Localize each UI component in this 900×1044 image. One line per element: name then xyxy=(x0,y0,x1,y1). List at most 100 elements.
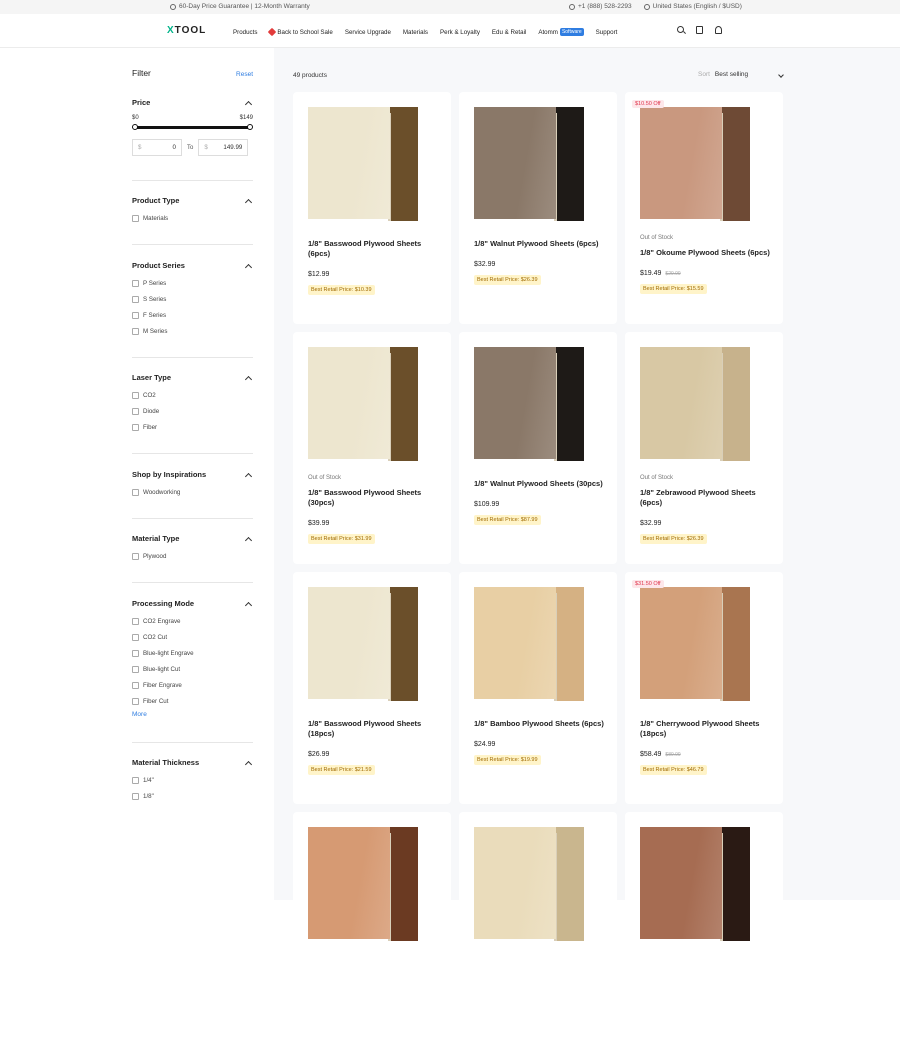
product-card[interactable]: 1/8" Basswood Plywood Sheets (6pcs) $12.… xyxy=(293,92,451,324)
option-plywood[interactable]: Plywood xyxy=(132,548,253,564)
checkbox[interactable] xyxy=(132,391,139,399)
checkbox[interactable] xyxy=(132,423,139,431)
product-card[interactable]: $10.50 Off Out of Stock 1/8" Okoume Plyw… xyxy=(625,92,783,324)
price-from-input[interactable]: $0 xyxy=(132,139,182,156)
checkbox[interactable] xyxy=(132,792,139,800)
promo-banner[interactable]: 60-Day Price Guarantee | 12-Month Warran… xyxy=(170,3,310,10)
checkbox[interactable] xyxy=(132,488,139,496)
product-card[interactable] xyxy=(459,812,617,1044)
product-card[interactable]: 1/8" Basswood Plywood Sheets (18pcs) $26… xyxy=(293,572,451,804)
sort-dropdown[interactable]: Sort Best selling xyxy=(698,71,784,78)
more-link[interactable]: More xyxy=(132,711,253,718)
product-image[interactable] xyxy=(474,587,602,703)
material-type-header[interactable]: Material Type xyxy=(132,534,253,544)
option-co2-engrave[interactable]: CO2 Engrave xyxy=(132,613,253,629)
option-materials[interactable]: Materials xyxy=(132,210,253,226)
checkbox[interactable] xyxy=(132,311,139,319)
product-image[interactable] xyxy=(308,347,436,463)
product-card[interactable]: Out of Stock 1/8" Basswood Plywood Sheet… xyxy=(293,332,451,564)
option-p-series[interactable]: P Series xyxy=(132,275,253,291)
checkbox[interactable] xyxy=(132,617,139,625)
product-name[interactable]: 1/8" Basswood Plywood Sheets (18pcs) xyxy=(308,719,441,739)
checkbox[interactable] xyxy=(132,681,139,689)
product-image[interactable] xyxy=(640,107,768,223)
option-blue-light-engrave[interactable]: Blue-light Engrave xyxy=(132,645,253,661)
product-image[interactable] xyxy=(640,347,768,463)
product-card[interactable]: 1/8" Walnut Plywood Sheets (30pcs) $109.… xyxy=(459,332,617,564)
user-icon[interactable] xyxy=(715,26,722,34)
nav-item-atomm[interactable]: Atomm Software xyxy=(538,28,584,36)
product-image[interactable] xyxy=(308,107,436,223)
option-fiber[interactable]: Fiber xyxy=(132,419,253,435)
product-name[interactable]: 1/8" Cherrywood Plywood Sheets (18pcs) xyxy=(640,719,773,739)
processing-mode-header[interactable]: Processing Mode xyxy=(132,599,253,609)
product-image[interactable] xyxy=(474,827,602,943)
option-co2-cut[interactable]: CO2 Cut xyxy=(132,629,253,645)
product-image[interactable] xyxy=(640,587,768,703)
option-s-series[interactable]: S Series xyxy=(132,291,253,307)
product-name[interactable]: 1/8" Walnut Plywood Sheets (6pcs) xyxy=(474,239,607,249)
product-name[interactable]: 1/8" Basswood Plywood Sheets (30pcs) xyxy=(308,488,441,508)
phone-link[interactable]: +1 (888) 528-2293 xyxy=(569,3,632,10)
product-image[interactable] xyxy=(308,827,436,943)
option-quarter-inch[interactable]: 1/4" xyxy=(132,772,253,788)
checkbox[interactable] xyxy=(132,552,139,560)
slider-max-handle[interactable] xyxy=(247,124,253,130)
nav-item-materials[interactable]: Materials xyxy=(403,28,428,36)
product-type-header[interactable]: Product Type xyxy=(132,196,253,206)
product-image[interactable] xyxy=(640,827,768,943)
checkbox[interactable] xyxy=(132,697,139,705)
checkbox[interactable] xyxy=(132,295,139,303)
product-card[interactable]: Out of Stock 1/8" Zebrawood Plywood Shee… xyxy=(625,332,783,564)
checkbox[interactable] xyxy=(132,214,139,222)
option-m-series[interactable]: M Series xyxy=(132,323,253,339)
laser-type-header[interactable]: Laser Type xyxy=(132,373,253,383)
product-series-header[interactable]: Product Series xyxy=(132,261,253,271)
option-diode[interactable]: Diode xyxy=(132,403,253,419)
product-name[interactable]: 1/8" Okoume Plywood Sheets (6pcs) xyxy=(640,248,773,258)
product-image[interactable] xyxy=(308,587,436,703)
option-fiber-cut[interactable]: Fiber Cut xyxy=(132,693,253,709)
reset-button[interactable]: Reset xyxy=(236,71,253,78)
checkbox[interactable] xyxy=(132,665,139,673)
product-card[interactable] xyxy=(293,812,451,1044)
option-fiber-engrave[interactable]: Fiber Engrave xyxy=(132,677,253,693)
nav-item-edu-retail[interactable]: Edu & Retail xyxy=(492,28,526,36)
region-selector[interactable]: United States (English / $USD) xyxy=(643,3,742,10)
checkbox[interactable] xyxy=(132,327,139,335)
nav-item-support[interactable]: Support xyxy=(596,28,618,36)
product-card[interactable]: $31.50 Off 1/8" Cherrywood Plywood Sheet… xyxy=(625,572,783,804)
thickness-header[interactable]: Material Thickness xyxy=(132,758,253,768)
product-name[interactable]: 1/8" Bamboo Plywood Sheets (6pcs) xyxy=(474,719,607,729)
option-co2[interactable]: CO2 xyxy=(132,387,253,403)
slider-min-handle[interactable] xyxy=(132,124,138,130)
nav-item-perk-loyalty[interactable]: Perk & Loyalty xyxy=(440,28,480,36)
checkbox[interactable] xyxy=(132,407,139,415)
price-slider[interactable] xyxy=(132,124,253,130)
option-woodworking[interactable]: Woodworking xyxy=(132,484,253,500)
product-name[interactable]: 1/8" Basswood Plywood Sheets (6pcs) xyxy=(308,239,441,259)
option-f-series[interactable]: F Series xyxy=(132,307,253,323)
product-card[interactable]: 1/8" Bamboo Plywood Sheets (6pcs) $24.99… xyxy=(459,572,617,804)
option-eighth-inch[interactable]: 1/8" xyxy=(132,788,253,804)
product-card[interactable]: 1/8" Walnut Plywood Sheets (6pcs) $32.99… xyxy=(459,92,617,324)
bag-icon[interactable] xyxy=(696,26,703,34)
checkbox[interactable] xyxy=(132,633,139,641)
nav-item-products[interactable]: Products xyxy=(233,28,257,36)
option-blue-light-cut[interactable]: Blue-light Cut xyxy=(132,661,253,677)
checkbox[interactable] xyxy=(132,279,139,287)
price-header[interactable]: Price xyxy=(132,98,253,108)
product-card[interactable] xyxy=(625,812,783,1044)
xtool-logo[interactable]: XTOOL xyxy=(167,25,206,36)
search-icon[interactable] xyxy=(677,26,684,33)
product-image[interactable] xyxy=(474,107,602,223)
product-image[interactable] xyxy=(474,347,602,463)
product-name[interactable]: 1/8" Walnut Plywood Sheets (30pcs) xyxy=(474,479,607,489)
nav-item-service-upgrade[interactable]: Service Upgrade xyxy=(345,28,391,36)
checkbox[interactable] xyxy=(132,649,139,657)
checkbox[interactable] xyxy=(132,776,139,784)
product-name[interactable]: 1/8" Zebrawood Plywood Sheets (6pcs) xyxy=(640,488,773,508)
inspirations-header[interactable]: Shop by Inspirations xyxy=(132,470,253,480)
price-to-input[interactable]: $149.99 xyxy=(198,139,249,156)
nav-item-back-to-school[interactable]: Back to School Sale xyxy=(268,27,333,37)
